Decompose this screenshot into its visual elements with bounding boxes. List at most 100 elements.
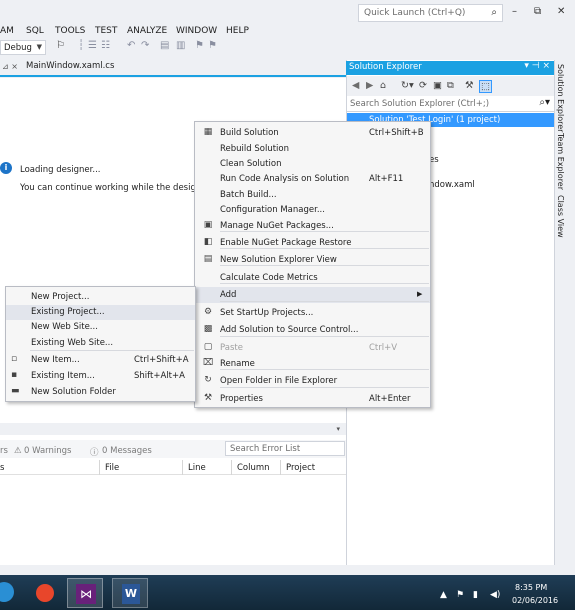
column-header-project[interactable]: Project xyxy=(286,463,315,473)
volume-icon[interactable]: ◀) xyxy=(490,590,500,600)
clock-time[interactable]: 8:35 PM xyxy=(515,583,547,592)
configuration-value: Debug xyxy=(4,43,32,53)
browser-icon xyxy=(36,584,54,602)
sync-icon[interactable]: ↻▾ xyxy=(401,80,414,91)
comment-icon[interactable]: ▤ xyxy=(160,40,169,51)
collapse-all-icon[interactable]: ▣ xyxy=(433,80,442,91)
solution-explorer-search-input[interactable]: Search Solution Explorer (Ctrl+;) ⌕▾ xyxy=(347,96,554,112)
solution-folder-icon: ▬ xyxy=(11,386,20,396)
bookmark-prev-icon[interactable]: ⚑ xyxy=(208,40,217,51)
context-menu-item[interactable]: Configuration Manager... xyxy=(195,202,430,218)
chevron-down-icon[interactable]: ▾ xyxy=(336,425,340,433)
context-menu-item-label: Run Code Analysis on Solution xyxy=(220,174,350,184)
side-tab-team-explorer[interactable]: Team Explorer xyxy=(556,133,565,190)
column-divider[interactable] xyxy=(99,460,100,475)
context-menu-item[interactable]: Batch Build... xyxy=(195,187,430,203)
column-header-code[interactable]: s xyxy=(0,463,4,473)
column-divider[interactable] xyxy=(280,460,281,475)
undo-icon[interactable]: ↶ xyxy=(127,40,135,51)
clock-date[interactable]: 02/06/2016 xyxy=(512,596,558,605)
context-menu-item[interactable]: Clean Solution xyxy=(195,156,430,172)
column-divider[interactable] xyxy=(231,460,232,475)
panel-splitter[interactable]: ▾ xyxy=(0,425,346,435)
home-icon[interactable]: ⌂ xyxy=(380,80,386,91)
side-tab-class-view[interactable]: Class View xyxy=(556,195,565,238)
menu-item-window[interactable]: WINDOW xyxy=(176,26,217,36)
taskbar-app-word[interactable]: W xyxy=(112,578,148,608)
uncomment-icon[interactable]: ▥ xyxy=(176,40,185,51)
back-icon[interactable]: ◀ xyxy=(352,80,359,91)
side-tab-solution-explorer[interactable]: Solution Explorer xyxy=(556,64,565,132)
loading-designer-text: Loading designer... xyxy=(20,165,101,175)
paste-icon: ▢ xyxy=(203,342,213,352)
pin-icon[interactable]: ⊿ × xyxy=(2,62,18,71)
minimize-button[interactable]: – xyxy=(512,6,517,17)
add-submenu-item-label: New Solution Folder xyxy=(31,387,116,397)
add-submenu-item[interactable]: Existing Project... xyxy=(6,305,195,320)
add-submenu-item[interactable]: New Project... xyxy=(6,290,195,305)
add-submenu-item[interactable]: ▪ Existing Item... Shift+Alt+A xyxy=(6,369,195,384)
context-menu-item-label: Clean Solution xyxy=(220,159,282,169)
toolbar-icon[interactable]: ☷ xyxy=(101,40,110,51)
error-list-search-placeholder: Search Error List xyxy=(230,444,301,454)
panel-controls-icon[interactable]: ▾ ⊣ × xyxy=(524,61,550,71)
info-icon: i xyxy=(0,162,12,174)
context-menu-item[interactable]: ▦ Build Solution Ctrl+Shift+B xyxy=(195,125,430,141)
menu-item-team[interactable]: AM xyxy=(0,26,14,36)
forward-icon[interactable]: ▶ xyxy=(366,80,373,91)
messages-filter[interactable]: 0 Messages xyxy=(102,446,152,456)
context-menu-item[interactable]: ⚒ Properties Alt+Enter xyxy=(195,391,430,407)
attach-icon[interactable]: ⚐ xyxy=(56,40,65,51)
add-submenu-item[interactable]: New Web Site... xyxy=(6,320,195,335)
context-menu-item-label: Batch Build... xyxy=(220,190,277,200)
error-list-search-input[interactable]: Search Error List xyxy=(225,441,345,456)
solution-explorer-title: Solution Explorer xyxy=(349,62,422,72)
add-submenu-item[interactable]: ▫ New Item... Ctrl+Shift+A xyxy=(6,353,195,368)
menu-item-tools[interactable]: TOOLS xyxy=(55,26,85,36)
refresh-icon[interactable]: ⟳ xyxy=(419,80,427,91)
flag-icon[interactable]: ⚑ xyxy=(456,590,464,600)
warnings-filter[interactable]: 0 Warnings xyxy=(24,446,72,456)
nuget-icon: ▣ xyxy=(203,220,213,230)
menu-item-test[interactable]: TEST xyxy=(95,26,117,36)
menu-separator xyxy=(220,283,429,284)
submenu-arrow-icon: ▶ xyxy=(417,290,423,298)
new-view-icon: ▤ xyxy=(203,254,213,264)
menu-item-help[interactable]: HELP xyxy=(226,26,249,36)
add-submenu-item-label: New Item... xyxy=(31,355,80,365)
new-item-icon: ▫ xyxy=(11,354,18,364)
column-header-line[interactable]: Line xyxy=(188,463,206,473)
column-header-column[interactable]: Column xyxy=(237,463,270,473)
context-menu-item[interactable]: ⚙ Set StartUp Projects... xyxy=(195,305,430,321)
folder-icon: ↻ xyxy=(204,375,212,385)
context-menu-item[interactable]: Rebuild Solution xyxy=(195,141,430,157)
close-button[interactable]: ✕ xyxy=(557,6,565,17)
taskbar-app-visual-studio[interactable]: ⋈ xyxy=(67,578,103,608)
add-submenu-item[interactable]: Existing Web Site... xyxy=(6,336,195,351)
context-menu-item-label: Set StartUp Projects... xyxy=(220,308,314,318)
menu-item-sql[interactable]: SQL xyxy=(26,26,44,36)
redo-icon[interactable]: ↷ xyxy=(141,40,149,51)
tree-item-mainwindow-xaml[interactable]: ndow.xaml xyxy=(429,180,475,190)
menu-item-analyze[interactable]: ANALYZE xyxy=(127,26,167,36)
solution-configuration-select[interactable]: Debug ▼ xyxy=(0,40,46,55)
taskbar-app-browser[interactable] xyxy=(27,578,63,608)
tray-chevron-icon[interactable]: ▲ xyxy=(440,590,447,600)
errors-filter[interactable]: rs xyxy=(0,446,8,456)
tab-mainwindow-xaml-cs[interactable]: MainWindow.xaml.cs xyxy=(26,61,114,76)
column-divider[interactable] xyxy=(182,460,183,475)
show-all-files-icon[interactable]: ⧉ xyxy=(447,80,454,91)
add-submenu-item[interactable]: ▬ New Solution Folder xyxy=(6,385,195,400)
preview-selected-icon[interactable]: ⬚ xyxy=(479,80,492,93)
context-menu-item[interactable]: Run Code Analysis on Solution Alt+F11 xyxy=(195,171,430,187)
quick-launch-input[interactable]: Quick Launch (Ctrl+Q) ⌕ xyxy=(358,4,503,22)
properties-wrench-icon[interactable]: ⚒ xyxy=(465,80,474,91)
toolbar-icon[interactable]: ☰ xyxy=(88,40,97,51)
restore-button[interactable]: ⧉ xyxy=(534,6,541,17)
context-menu-item[interactable]: ▢ Paste Ctrl+V xyxy=(195,340,430,356)
column-header-file[interactable]: File xyxy=(105,463,119,473)
message-icon: ⓘ xyxy=(90,448,99,458)
source-control-icon: ▩ xyxy=(203,324,213,334)
bookmark-icon[interactable]: ⚑ xyxy=(195,40,204,51)
network-icon[interactable]: ▮ xyxy=(473,590,478,600)
